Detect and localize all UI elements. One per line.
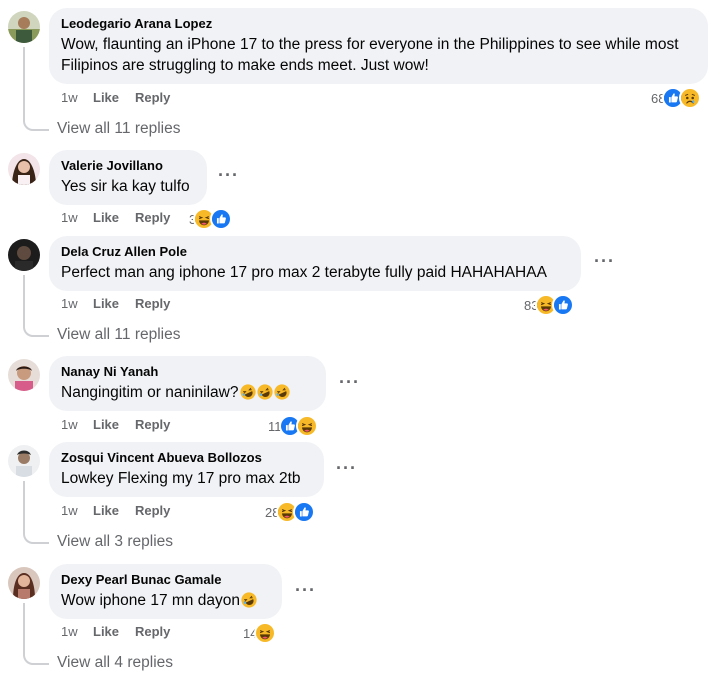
avatar[interactable] xyxy=(8,239,40,271)
avatar[interactable] xyxy=(8,359,40,391)
more-options-button[interactable]: ··· xyxy=(218,165,239,186)
avatar[interactable] xyxy=(8,11,40,43)
reaction-summary[interactable]: 3 xyxy=(189,208,233,230)
comment-time[interactable]: 1w xyxy=(61,296,93,312)
like-reaction-icon xyxy=(210,208,233,230)
comment-text: Perfect man ang iphone 17 pro max 2 tera… xyxy=(61,264,547,281)
haha-reaction-icon xyxy=(254,622,277,644)
comment-time[interactable]: 1w xyxy=(61,624,93,640)
more-options-button[interactable]: ··· xyxy=(594,251,615,272)
comment-text: Nangingitim or naninilaw? xyxy=(61,382,314,403)
comment-text: Lowkey Flexing my 17 pro max 2tb xyxy=(61,470,301,487)
more-options-button[interactable]: ··· xyxy=(339,372,360,393)
commenter-name[interactable]: Dexy Pearl Bunac Gamale xyxy=(61,572,270,588)
avatar[interactable] xyxy=(8,153,40,185)
reply-button[interactable]: Reply xyxy=(135,90,170,106)
more-options-button[interactable]: ··· xyxy=(295,580,316,601)
reply-button[interactable]: Reply xyxy=(135,210,170,226)
view-replies-link[interactable]: View all 4 replies xyxy=(57,654,173,672)
like-button[interactable]: Like xyxy=(93,624,135,640)
comment-bubble: Leodegario Arana Lopez Wow, flaunting an… xyxy=(49,8,708,84)
like-button[interactable]: Like xyxy=(93,296,135,312)
rofl-emoji-icon xyxy=(257,384,273,400)
rofl-emoji-icon xyxy=(241,592,257,608)
comment-time[interactable]: 1w xyxy=(61,503,93,519)
comment-actions: 1w Like Reply xyxy=(61,503,170,519)
reaction-summary[interactable]: 14 xyxy=(243,622,277,644)
commenter-name[interactable]: Valerie Jovillano xyxy=(61,158,195,174)
commenter-name[interactable]: Nanay Ni Yanah xyxy=(61,364,314,380)
like-reaction-icon xyxy=(293,501,316,523)
comment-text: Wow iphone 17 mn dayon xyxy=(61,590,270,611)
view-replies-link[interactable]: View all 11 replies xyxy=(57,120,181,138)
comment-bubble: Dela Cruz Allen Pole Perfect man ang iph… xyxy=(49,236,581,291)
reply-button[interactable]: Reply xyxy=(135,503,170,519)
thread-line xyxy=(23,275,49,337)
comment-text: Wow, flaunting an iPhone 17 to the press… xyxy=(61,36,679,74)
view-replies-link[interactable]: View all 11 replies xyxy=(57,326,181,344)
comment-bubble: Dexy Pearl Bunac Gamale Wow iphone 17 mn… xyxy=(49,564,282,619)
reaction-summary[interactable]: 28 xyxy=(265,501,316,523)
comment-bubble: Valerie Jovillano Yes sir ka kay tulfo xyxy=(49,150,207,205)
avatar[interactable] xyxy=(8,445,40,477)
comment-actions: 1w Like Reply xyxy=(61,90,170,106)
comment-text: Yes sir ka kay tulfo xyxy=(61,178,190,195)
comment-time[interactable]: 1w xyxy=(61,210,93,226)
comment-actions: 1w Like Reply xyxy=(61,210,170,226)
reaction-summary[interactable]: 83 xyxy=(524,294,575,316)
comment-text-content: Nangingitim or naninilaw? xyxy=(61,384,239,401)
comment-time[interactable]: 1w xyxy=(61,90,93,106)
comment-text-content: Wow iphone 17 mn dayon xyxy=(61,592,240,609)
thread-line xyxy=(23,47,49,131)
view-replies-link[interactable]: View all 3 replies xyxy=(57,533,173,551)
reply-button[interactable]: Reply xyxy=(135,296,170,312)
like-button[interactable]: Like xyxy=(93,503,135,519)
like-button[interactable]: Like xyxy=(93,417,135,433)
avatar[interactable] xyxy=(8,567,40,599)
more-options-button[interactable]: ··· xyxy=(336,458,357,479)
rofl-emoji-icon xyxy=(274,384,290,400)
commenter-name[interactable]: Dela Cruz Allen Pole xyxy=(61,244,569,260)
sad-reaction-icon xyxy=(679,87,702,109)
reply-button[interactable]: Reply xyxy=(135,417,170,433)
comment-time[interactable]: 1w xyxy=(61,417,93,433)
haha-reaction-icon xyxy=(295,415,318,437)
thread-line xyxy=(23,603,49,665)
comment-actions: 1w Like Reply xyxy=(61,296,170,312)
comment-bubble: Zosqui Vincent Abueva Bollozos Lowkey Fl… xyxy=(49,442,324,497)
comment-actions: 1w Like Reply xyxy=(61,417,170,433)
like-button[interactable]: Like xyxy=(93,90,135,106)
thread-line xyxy=(23,481,49,544)
reaction-summary[interactable]: 11 xyxy=(268,415,318,437)
like-reaction-icon xyxy=(552,294,575,316)
comment-actions: 1w Like Reply xyxy=(61,624,170,640)
reaction-summary[interactable]: 68 xyxy=(651,87,702,109)
commenter-name[interactable]: Zosqui Vincent Abueva Bollozos xyxy=(61,450,312,466)
commenter-name[interactable]: Leodegario Arana Lopez xyxy=(61,16,696,32)
reply-button[interactable]: Reply xyxy=(135,624,170,640)
comment-bubble: Nanay Ni Yanah Nangingitim or naninilaw? xyxy=(49,356,326,411)
rofl-emoji-icon xyxy=(240,384,256,400)
like-button[interactable]: Like xyxy=(93,210,135,226)
